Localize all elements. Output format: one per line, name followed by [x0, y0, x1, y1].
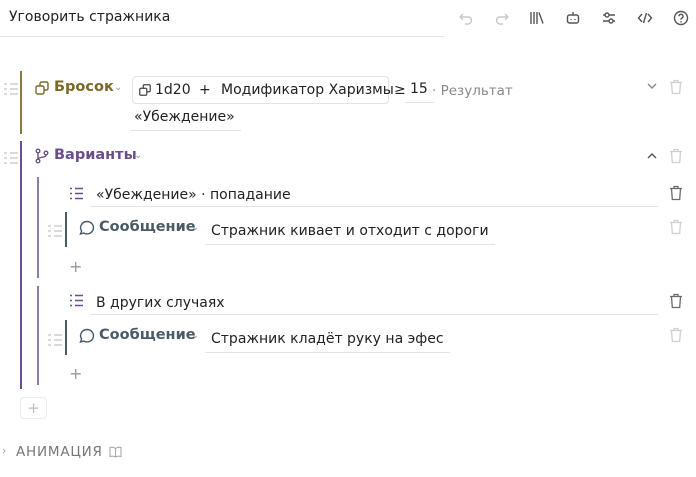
- trash-icon[interactable]: [669, 185, 683, 201]
- condition-list-icon: [69, 294, 84, 307]
- title-input[interactable]: Уговорить стражника: [0, 0, 444, 37]
- target-value[interactable]: 15: [405, 77, 434, 103]
- expand-variants-icon[interactable]: [646, 150, 658, 162]
- add-action-button[interactable]: +: [69, 366, 82, 382]
- roll-accent-bar: [20, 71, 22, 134]
- robot-icon: [566, 12, 580, 24]
- expand-animation-icon[interactable]: ›: [2, 444, 6, 457]
- roll-chevron-icon[interactable]: ⌄: [114, 82, 122, 93]
- variants-accent-bar: [20, 141, 22, 389]
- trash-icon[interactable]: [669, 148, 683, 164]
- bot-button[interactable]: [564, 9, 582, 27]
- roll-keyword[interactable]: Бросок: [54, 79, 114, 95]
- message-accent-bar: [65, 320, 67, 355]
- dice-value[interactable]: 1d20: [155, 82, 191, 98]
- branch-icon: [34, 148, 50, 164]
- condition-list-icon: [69, 187, 84, 200]
- message-bubble-icon: [79, 220, 95, 236]
- result-label: · Результат: [432, 83, 513, 99]
- branch-2-condition[interactable]: В других случаях: [90, 291, 658, 315]
- trash-icon[interactable]: [669, 79, 683, 95]
- drag-handle[interactable]: [47, 333, 63, 347]
- branch-2-accent-bar: [37, 286, 39, 385]
- animation-section-label[interactable]: АНИМАЦИЯ: [16, 444, 103, 460]
- book-icon[interactable]: [109, 446, 122, 458]
- drag-handle-icon: [4, 83, 18, 95]
- code-button[interactable]: [636, 9, 654, 27]
- message-keyword[interactable]: Сообщение: [99, 219, 196, 235]
- message-accent-bar: [65, 212, 67, 247]
- drag-handle-icon: [48, 225, 62, 237]
- branch-1-accent-bar: [37, 177, 39, 278]
- sliders-icon: [603, 12, 615, 24]
- trash-icon[interactable]: [669, 219, 683, 235]
- help-icon: [673, 10, 689, 26]
- variants-chevron-icon[interactable]: ⌄: [134, 150, 142, 161]
- library-icon: [530, 12, 544, 24]
- result-value[interactable]: «Убеждение»: [130, 105, 241, 131]
- drag-handle[interactable]: [47, 224, 63, 238]
- drag-handle[interactable]: [3, 82, 19, 96]
- collapse-roll-icon[interactable]: [646, 80, 658, 92]
- plus-operator: +: [199, 82, 211, 98]
- drag-handle-icon: [4, 152, 18, 164]
- modifier-value[interactable]: Модификатор Харизмы: [221, 82, 394, 98]
- branch-1-condition[interactable]: «Убеждение» · попадание: [90, 183, 658, 207]
- trash-icon[interactable]: [669, 327, 683, 343]
- message-chevron-icon[interactable]: ⌄: [191, 330, 199, 341]
- undo-icon: [459, 13, 473, 25]
- library-button[interactable]: [528, 9, 546, 27]
- message-text[interactable]: Стражник кладёт руку на эфес: [205, 327, 450, 353]
- message-keyword[interactable]: Сообщение: [99, 327, 196, 343]
- message-chevron-icon[interactable]: ⌄: [191, 222, 199, 233]
- add-action-button[interactable]: +: [69, 259, 82, 275]
- settings-button[interactable]: [600, 9, 618, 27]
- undo-button[interactable]: [457, 9, 475, 27]
- drag-handle-icon: [48, 334, 62, 346]
- variants-keyword[interactable]: Варианты: [54, 147, 137, 163]
- drag-handle[interactable]: [3, 151, 19, 165]
- code-icon: [637, 12, 653, 24]
- dice-small-icon: [138, 83, 152, 97]
- comparator[interactable]: ≥: [394, 82, 406, 98]
- redo-button[interactable]: [493, 9, 511, 27]
- dice-icon: [34, 80, 50, 96]
- help-button[interactable]: [672, 9, 690, 27]
- message-text[interactable]: Стражник кивает и отходит с дороги: [205, 219, 495, 245]
- add-block-button[interactable]: +: [20, 397, 47, 419]
- message-bubble-icon: [79, 328, 95, 344]
- trash-icon[interactable]: [669, 293, 683, 309]
- redo-icon: [495, 13, 509, 25]
